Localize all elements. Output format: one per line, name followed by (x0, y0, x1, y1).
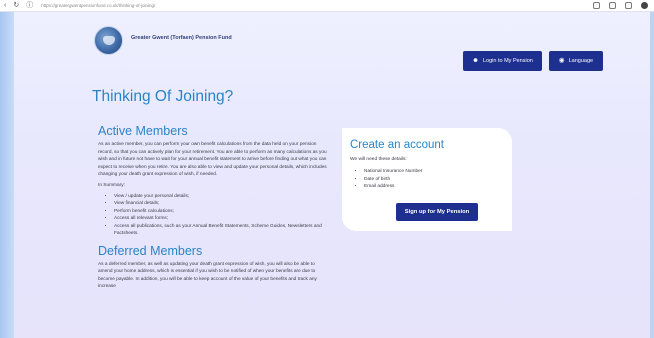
create-account-heading: Create an account (350, 139, 444, 151)
sign-up-button[interactable]: Sign up for My Pension (396, 203, 478, 221)
globe-icon: ◉ (558, 56, 565, 64)
address-bar[interactable]: https://greatergwentpensionfund.co.uk/th… (41, 2, 301, 10)
page-title: Thinking Of Joining? (92, 88, 234, 105)
extensions-icon[interactable] (593, 2, 600, 9)
list-item: View financial details; (114, 200, 330, 208)
org-name[interactable]: Greater Gwent (Torfaen) Pension Fund (131, 35, 232, 41)
required-details-list: National Insurance Number Date of birth … (364, 168, 422, 191)
browser-toolbar: ‹ ↻ ⓘ https://greatergwentpensionfund.co… (0, 0, 654, 12)
deferred-members-heading: Deferred Members (98, 243, 203, 258)
downloads-icon[interactable] (625, 2, 632, 9)
fund-logo[interactable] (94, 26, 123, 55)
summary-list: View / update your personal details; Vie… (114, 193, 330, 238)
right-edge (650, 12, 654, 338)
page: Greater Gwent (Torfaen) Pension Fund ☻ L… (14, 12, 650, 338)
list-item: View / update your personal details; (114, 193, 330, 201)
list-item: Access all relevant forms; (114, 215, 330, 223)
active-members-heading: Active Members (98, 124, 188, 138)
main-content: Active Members As an active member, you … (98, 124, 330, 294)
profile-icon[interactable] (641, 2, 648, 9)
list-item: Email address (364, 183, 422, 191)
puzzle-icon[interactable] (609, 2, 616, 9)
summary-label: In Summary: (98, 182, 125, 188)
reload-icon[interactable]: ↻ (13, 2, 19, 9)
list-item: National Insurance Number (364, 168, 422, 176)
list-item: Date of birth (364, 176, 422, 184)
back-icon[interactable]: ‹ (4, 2, 6, 9)
create-account-card: Create an account We will need these det… (342, 128, 512, 231)
site-info-icon[interactable]: ⓘ (26, 2, 33, 9)
browser-nav: ‹ ↻ ⓘ (4, 2, 33, 9)
browser-tools (593, 2, 648, 9)
create-account-lead: We will need these details: (350, 157, 407, 162)
language-button[interactable]: ◉ Language (549, 51, 603, 71)
login-button[interactable]: ☻ Login to My Pension (463, 51, 542, 71)
list-item: Access all publications, such as your An… (114, 223, 330, 238)
deferred-members-paragraph: As a deferred member, as well as updatin… (98, 261, 317, 290)
site-header: Greater Gwent (Torfaen) Pension Fund ☻ L… (94, 26, 603, 71)
list-item: Perform benefit calculations; (114, 208, 330, 216)
user-icon: ☻ (472, 56, 479, 64)
left-edge (0, 12, 14, 338)
language-label: Language (568, 58, 594, 64)
active-members-paragraph: As an active member, you can perform you… (98, 142, 327, 178)
login-label: Login to My Pension (483, 58, 533, 64)
